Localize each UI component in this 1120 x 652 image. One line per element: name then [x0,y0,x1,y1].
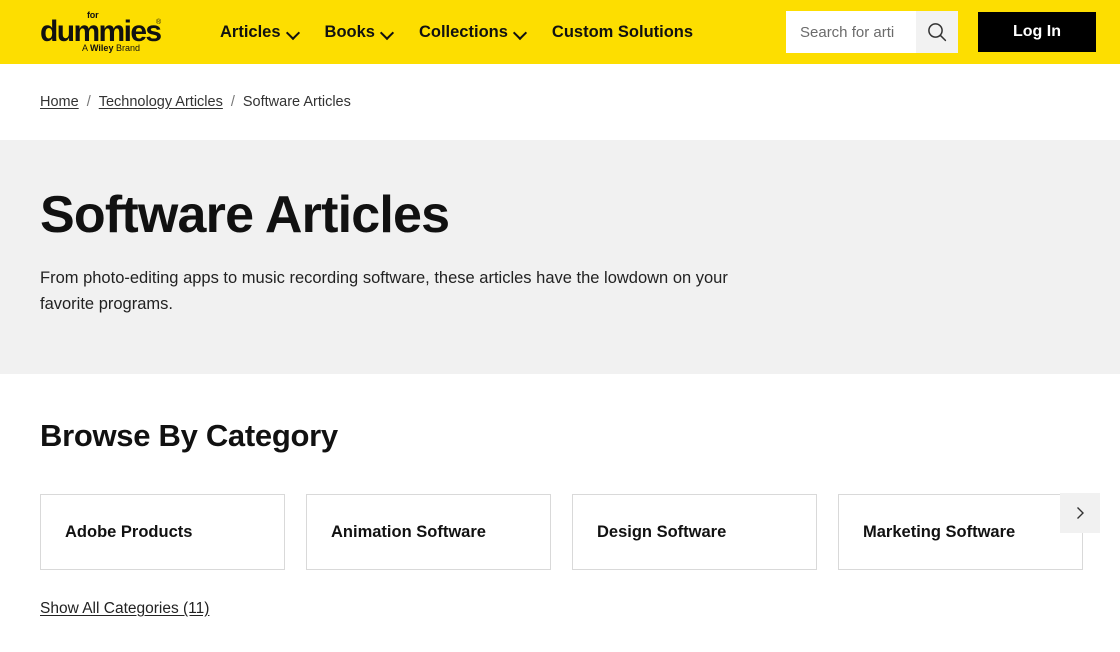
chevron-down-icon [515,28,526,39]
nav-item-custom-solutions[interactable]: Custom Solutions [552,23,693,42]
show-all-categories-link[interactable]: Show All Categories (11) [40,600,209,618]
nav-item-collections[interactable]: Collections [419,23,526,42]
registered-trademark-icon: ® [156,19,162,26]
category-card-animation-software[interactable]: Animation Software [306,494,551,570]
logo-tagline-brand: Wiley [90,43,114,53]
search-icon [928,23,947,42]
hero-section: Software Articles From photo-editing app… [0,140,1120,374]
logo-tagline-prefix: A [82,43,91,53]
breadcrumb-item-technology-articles[interactable]: Technology Articles [99,94,223,110]
breadcrumb-item-home[interactable]: Home [40,94,79,110]
breadcrumb-separator: / [230,94,235,110]
main-navigation: Articles Books Collections Custom Soluti… [220,23,693,42]
dummies-logo[interactable]: for dummies ® A Wiley Brand [40,10,166,54]
category-card-design-software[interactable]: Design Software [572,494,817,570]
category-carousel: Adobe Products Animation Software Design… [40,493,1100,570]
nav-item-articles[interactable]: Articles [220,23,299,42]
breadcrumb-item-current: Software Articles [242,94,351,110]
carousel-next-button[interactable] [1060,493,1100,533]
category-card-adobe-products[interactable]: Adobe Products [40,494,285,570]
browse-by-category-heading: Browse By Category [40,418,338,453]
browse-by-category-section: Browse By Category Adobe Products Animat… [0,374,1120,618]
chevron-down-icon [288,28,299,39]
nav-item-books-label: Books [324,22,375,41]
page-title: Software Articles [40,186,450,244]
search-box[interactable] [786,11,958,53]
chevron-down-icon [382,28,393,39]
breadcrumb-separator: / [86,94,91,110]
category-card-label: Marketing Software [863,522,1016,541]
category-card-label: Animation Software [331,522,486,541]
nav-item-articles-label: Articles [220,22,281,41]
header-actions: Log In [786,11,1096,53]
site-header: for dummies ® A Wiley Brand Articles Boo… [0,0,1120,64]
nav-item-collections-label: Collections [418,22,508,41]
search-submit-button[interactable] [916,11,958,53]
nav-item-custom-solutions-label: Custom Solutions [551,22,694,41]
chevron-right-icon [1077,507,1084,519]
category-card-label: Design Software [597,522,727,541]
page-description: From photo-editing apps to music recordi… [40,268,728,313]
category-card-label: Adobe Products [65,522,193,541]
search-input[interactable] [786,11,916,53]
category-card-marketing-software[interactable]: Marketing Software [838,494,1083,570]
logo-tagline-suffix: Brand [113,43,140,53]
logo-tagline: A Wiley Brand [82,44,140,53]
breadcrumb: Home / Technology Articles / Software Ar… [0,64,1120,140]
nav-item-books[interactable]: Books [325,23,393,42]
login-button[interactable]: Log In [978,12,1096,52]
